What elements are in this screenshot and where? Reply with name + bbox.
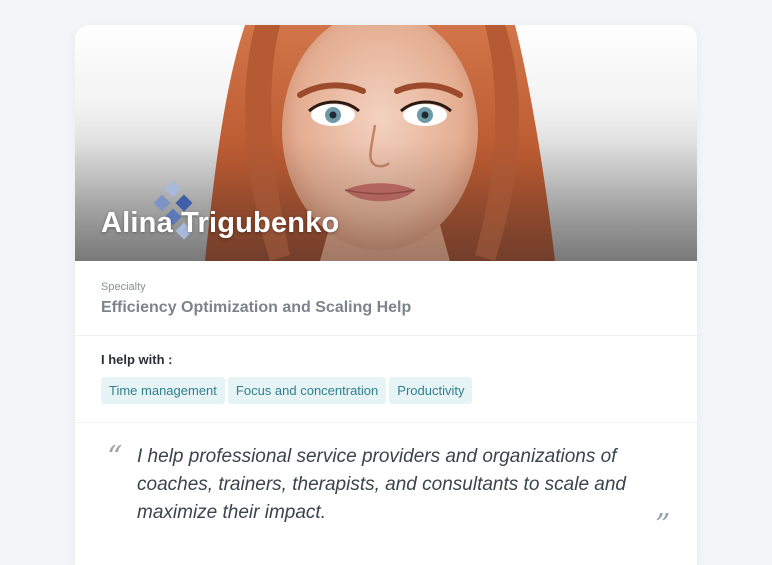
- help-label: I help with :: [101, 352, 173, 367]
- tag-productivity[interactable]: Productivity: [389, 377, 473, 404]
- specialty-section: Specialty Efficiency Optimization and Sc…: [75, 261, 697, 336]
- quote-open-icon: “: [107, 440, 123, 475]
- tag-focus-concentration[interactable]: Focus and concentration: [227, 377, 387, 404]
- quote-close-icon: ”: [655, 508, 671, 543]
- specialty-label: Specialty: [101, 281, 146, 293]
- help-section: I help with : Time management Focus and …: [75, 336, 697, 423]
- profile-hero: Alina Trigubenko: [75, 25, 697, 261]
- profile-card: Alina Trigubenko Specialty Efficiency Op…: [75, 25, 697, 565]
- quote-text: I help professional service providers an…: [137, 446, 626, 523]
- help-tags: Time management Focus and concentration …: [101, 377, 671, 404]
- tag-time-management[interactable]: Time management: [101, 377, 225, 404]
- profile-name: Alina Trigubenko: [101, 207, 340, 239]
- quote-block: “ I help professional service providers …: [75, 423, 697, 565]
- specialty-value: Efficiency Optimization and Scaling Help: [101, 299, 412, 316]
